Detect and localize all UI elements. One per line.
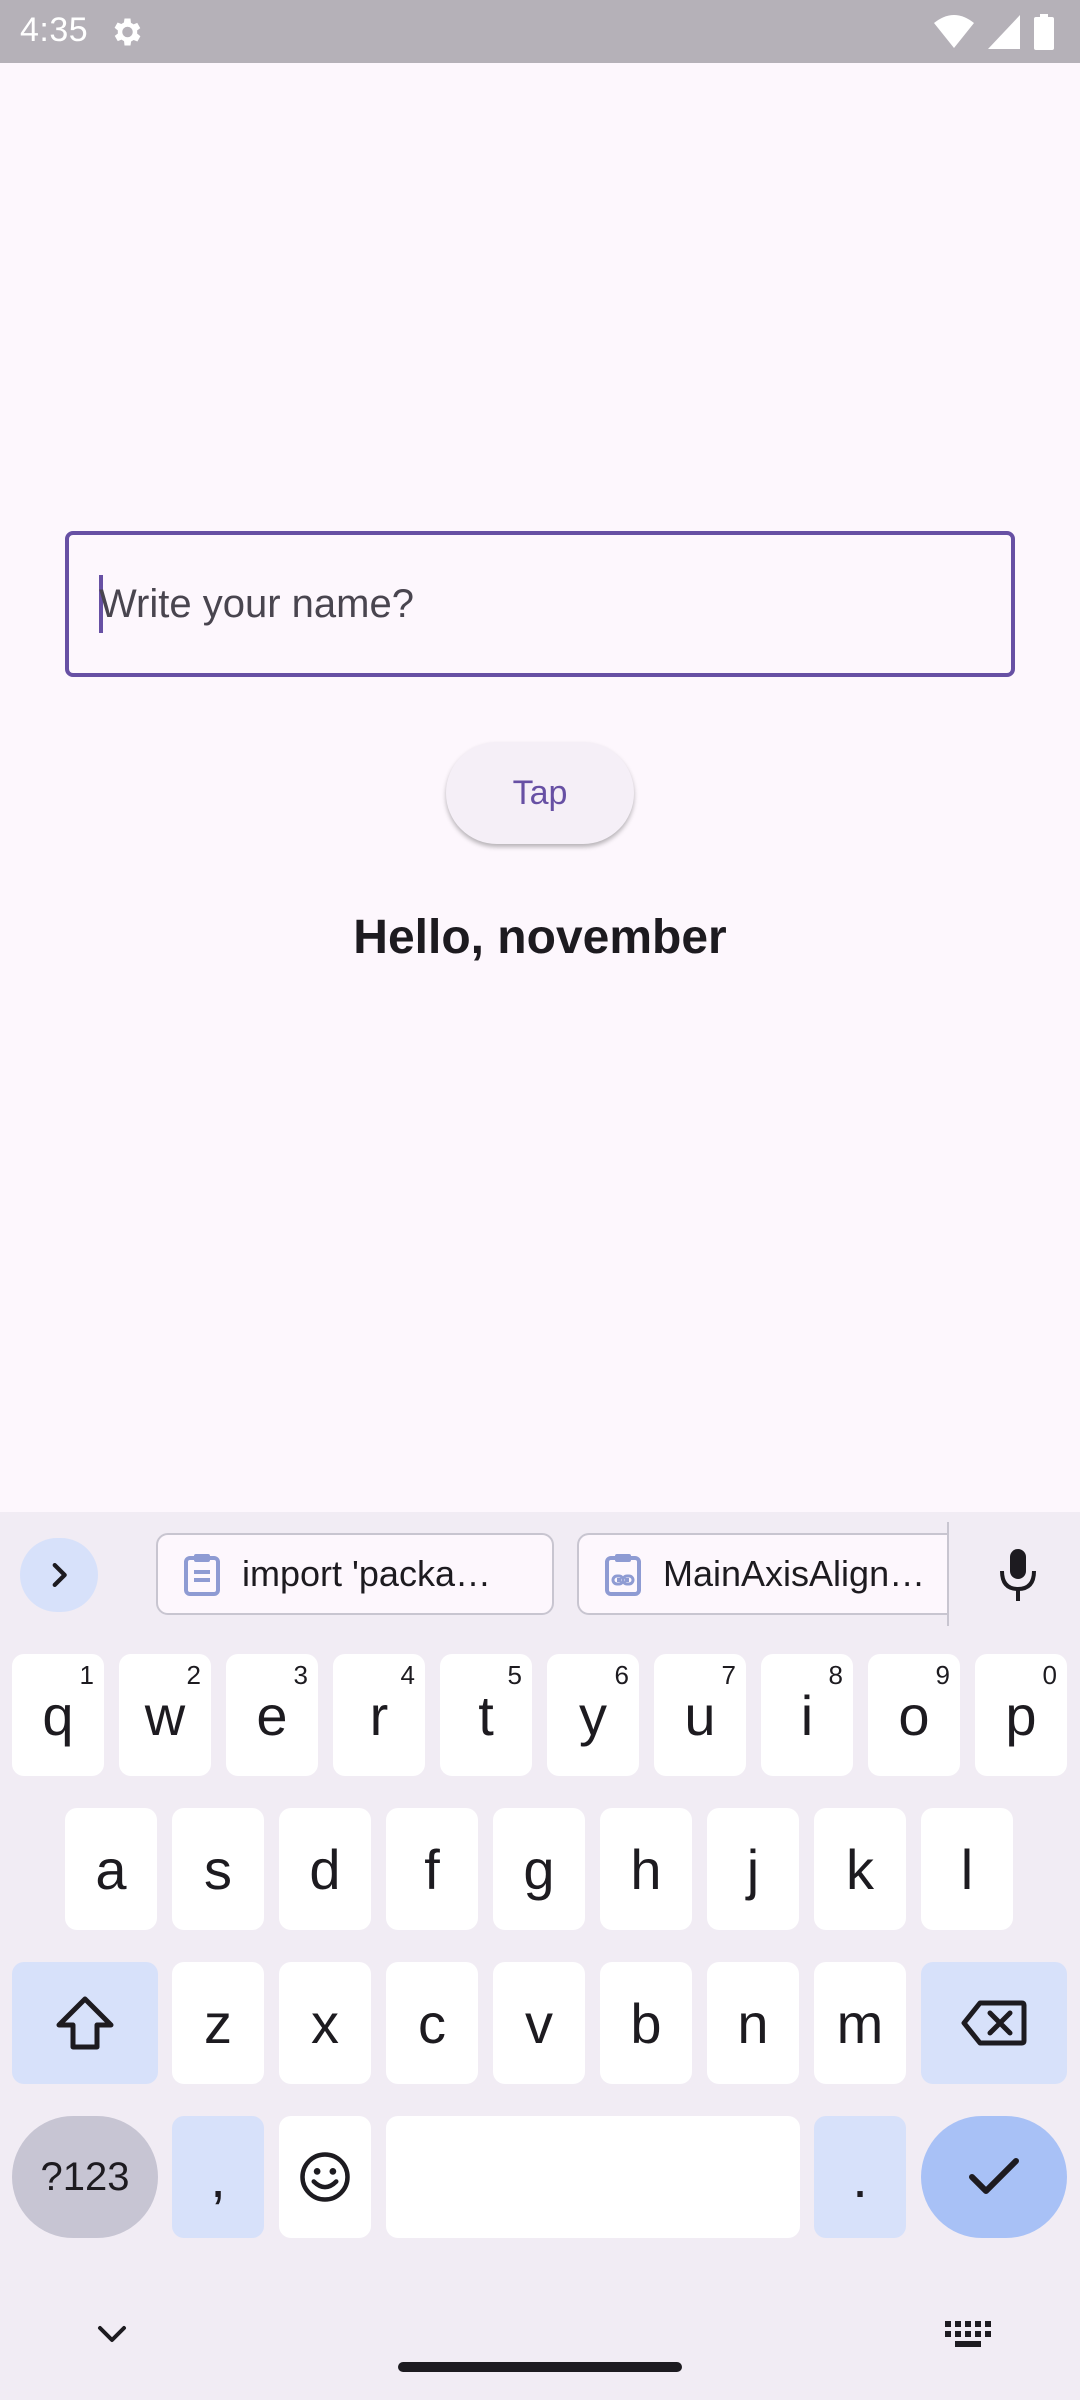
key-i[interactable]: i8	[761, 1654, 853, 1776]
key-s[interactable]: s	[172, 1808, 264, 1930]
emoji-icon	[300, 2152, 350, 2202]
clipboard-chip-text: MainAxisAlign…	[663, 1553, 926, 1594]
comma-key[interactable]: ,	[172, 2116, 264, 2238]
key-r[interactable]: r4	[333, 1654, 425, 1776]
key-hint: 3	[293, 1660, 308, 1690]
key-z[interactable]: z	[172, 1962, 264, 2084]
key-w[interactable]: w2	[119, 1654, 211, 1776]
keyboard-nav-bar	[0, 2280, 1080, 2400]
key-label: i	[800, 1683, 814, 1747]
key-label: q	[42, 1683, 74, 1747]
key-q[interactable]: q1	[12, 1654, 104, 1776]
emoji-key[interactable]	[279, 2116, 371, 2238]
microphone-icon	[1000, 1549, 1036, 1601]
chevron-right-icon	[52, 1562, 67, 1588]
key-hint: 0	[1042, 1660, 1057, 1690]
key-g[interactable]: g	[493, 1808, 585, 1930]
key-hint: 9	[935, 1660, 950, 1690]
hide-keyboard-button[interactable]	[88, 2310, 136, 2358]
key-label: r	[369, 1683, 389, 1747]
key-hint: 1	[79, 1660, 94, 1690]
expand-toolbar-button[interactable]	[20, 1538, 98, 1612]
status-bar: 4:35	[0, 0, 1080, 63]
microphone-button[interactable]	[988, 1542, 1048, 1608]
key-label: e	[256, 1683, 288, 1747]
wifi-icon	[934, 15, 974, 49]
key-hint: 8	[828, 1660, 843, 1690]
tap-button[interactable]: Tap	[446, 742, 634, 844]
key-hint: 5	[507, 1660, 522, 1690]
key-p[interactable]: p0	[975, 1654, 1067, 1776]
key-d[interactable]: d	[279, 1808, 371, 1930]
switch-keyboard-button[interactable]	[940, 2310, 996, 2358]
chevron-down-icon	[98, 2326, 126, 2342]
settings-gear-icon	[108, 14, 144, 50]
key-label: w	[144, 1683, 186, 1747]
name-input[interactable]	[99, 535, 979, 673]
key-c[interactable]: c	[386, 1962, 478, 2084]
name-text-field[interactable]	[65, 531, 1015, 677]
backspace-key[interactable]	[921, 1962, 1067, 2084]
enter-key[interactable]	[921, 2116, 1067, 2238]
key-hint: 4	[400, 1660, 415, 1690]
key-j[interactable]: j	[707, 1808, 799, 1930]
shift-key[interactable]	[12, 1962, 158, 2084]
key-hint: 7	[721, 1660, 736, 1690]
key-label: y	[579, 1683, 607, 1747]
shift-icon	[56, 1996, 114, 2050]
key-y[interactable]: y6	[547, 1654, 639, 1776]
keyboard-suggestion-strip: import 'packa… MainAxisAlign…	[0, 1512, 1080, 1636]
clipboard-chip-1[interactable]: import 'packa…	[156, 1533, 554, 1615]
key-e[interactable]: e3	[226, 1654, 318, 1776]
toolbar-divider	[947, 1522, 949, 1626]
key-l[interactable]: l	[921, 1808, 1013, 1930]
clipboard-link-icon	[605, 1554, 641, 1596]
key-k[interactable]: k	[814, 1808, 906, 1930]
home-indicator[interactable]	[398, 2362, 682, 2372]
cell-signal-icon	[988, 15, 1020, 49]
soft-keyboard: import 'packa… MainAxisAlign… q1 w2 e3 r…	[0, 1512, 1080, 2400]
status-time: 4:35	[20, 11, 89, 49]
key-t[interactable]: t5	[440, 1654, 532, 1776]
clipboard-icon	[184, 1554, 220, 1596]
key-hint: 2	[186, 1660, 201, 1690]
keyboard-icon	[945, 2321, 991, 2347]
symbols-key[interactable]: ?123	[12, 2116, 158, 2238]
backspace-icon	[961, 2000, 1027, 2046]
key-label: p	[1005, 1683, 1037, 1747]
key-a[interactable]: a	[65, 1808, 157, 1930]
greeting-text: Hello, november	[353, 911, 727, 964]
key-label: o	[898, 1683, 930, 1747]
key-n[interactable]: n	[707, 1962, 799, 2084]
key-u[interactable]: u7	[654, 1654, 746, 1776]
battery-icon	[1034, 14, 1054, 50]
key-h[interactable]: h	[600, 1808, 692, 1930]
key-hint: 6	[614, 1660, 629, 1690]
key-v[interactable]: v	[493, 1962, 585, 2084]
key-b[interactable]: b	[600, 1962, 692, 2084]
key-f[interactable]: f	[386, 1808, 478, 1930]
key-label: t	[478, 1683, 494, 1747]
key-o[interactable]: o9	[868, 1654, 960, 1776]
checkmark-icon	[969, 2158, 1019, 2194]
key-x[interactable]: x	[279, 1962, 371, 2084]
key-label: u	[684, 1683, 716, 1747]
clipboard-chip-text: import 'packa…	[242, 1553, 491, 1594]
clipboard-chip-2[interactable]: MainAxisAlign…	[577, 1533, 949, 1615]
space-key[interactable]	[386, 2116, 800, 2238]
key-m[interactable]: m	[814, 1962, 906, 2084]
period-key[interactable]: .	[814, 2116, 906, 2238]
